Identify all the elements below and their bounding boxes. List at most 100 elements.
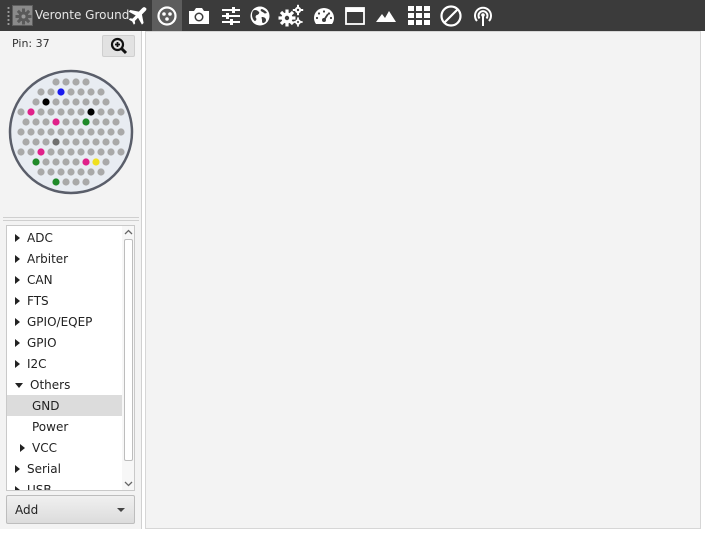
connector-pin[interactable] — [62, 138, 70, 146]
connector-pin[interactable] — [17, 148, 25, 156]
connector-pin[interactable] — [82, 98, 90, 106]
connector-pin[interactable] — [67, 108, 75, 116]
connector-pin[interactable] — [67, 128, 75, 136]
connector-pin[interactable] — [82, 138, 90, 146]
connector-pin[interactable] — [77, 108, 85, 116]
connector-pin[interactable] — [17, 108, 25, 116]
scroll-down-button[interactable] — [122, 478, 134, 490]
connector-pin[interactable] — [72, 178, 80, 186]
connector-pin[interactable] — [32, 138, 40, 146]
connector-pin[interactable] — [67, 88, 75, 96]
connector-pin[interactable] — [92, 118, 100, 126]
tree-item[interactable]: VCC — [7, 437, 122, 458]
connector-pin[interactable] — [87, 88, 95, 96]
connector-pin[interactable] — [57, 148, 65, 156]
tree-item[interactable]: FTS — [7, 290, 122, 311]
connector-pin[interactable] — [37, 168, 45, 176]
tree-item[interactable]: GPIO — [7, 332, 122, 353]
collapsed-arrow-icon[interactable] — [15, 254, 20, 263]
connector-pin[interactable] — [82, 118, 90, 126]
panel-divider[interactable] — [3, 217, 139, 221]
connector-pin[interactable] — [72, 98, 80, 106]
gears-button[interactable] — [276, 0, 306, 31]
tree-scrollbar[interactable] — [122, 226, 134, 490]
connector-pin[interactable] — [22, 118, 30, 126]
connector-pin[interactable] — [62, 178, 70, 186]
connector-pin[interactable] — [97, 148, 105, 156]
connector-pin[interactable] — [32, 118, 40, 126]
connector-pin[interactable] — [67, 168, 75, 176]
connector-pin[interactable] — [102, 158, 110, 166]
collapsed-arrow-icon[interactable] — [15, 296, 20, 305]
connector-pin[interactable] — [52, 138, 60, 146]
collapsed-arrow-icon[interactable] — [20, 443, 25, 452]
tree-item[interactable]: CAN — [7, 269, 122, 290]
collapsed-arrow-icon[interactable] — [15, 317, 20, 326]
connector-pin[interactable] — [52, 158, 60, 166]
connector-pin[interactable] — [77, 168, 85, 176]
collapsed-arrow-icon[interactable] — [15, 485, 20, 490]
connector-pin[interactable] — [72, 138, 80, 146]
connector-pin[interactable] — [67, 148, 75, 156]
connector-pin[interactable] — [92, 158, 100, 166]
connector-pin[interactable] — [117, 108, 125, 116]
connector-pin[interactable] — [97, 88, 105, 96]
terrain-button[interactable] — [371, 0, 401, 31]
globe-button[interactable] — [245, 0, 275, 31]
connector-pin[interactable] — [102, 118, 110, 126]
connector-pin[interactable] — [82, 178, 90, 186]
connector-pin[interactable] — [92, 98, 100, 106]
connector-pin[interactable] — [62, 98, 70, 106]
camera-button[interactable] — [184, 0, 214, 31]
connector-pin[interactable] — [52, 78, 60, 86]
connector-pin[interactable] — [37, 108, 45, 116]
grid-button[interactable] — [404, 0, 434, 31]
connector-pin[interactable] — [57, 168, 65, 176]
add-dropdown[interactable]: Add — [6, 495, 135, 524]
tree-item[interactable]: Others — [7, 374, 122, 395]
connector-pin[interactable] — [42, 158, 50, 166]
connector-pin[interactable] — [47, 148, 55, 156]
connector-pin[interactable] — [97, 168, 105, 176]
connector-button[interactable] — [152, 0, 182, 31]
connector-pin[interactable] — [52, 178, 60, 186]
connector-pin[interactable] — [112, 118, 120, 126]
connector-pin[interactable] — [102, 138, 110, 146]
connector-pin[interactable] — [117, 128, 125, 136]
tree-item[interactable]: Power — [7, 416, 122, 437]
connector-pin[interactable] — [102, 98, 110, 106]
connector-pin[interactable] — [42, 118, 50, 126]
connector-pin[interactable] — [77, 88, 85, 96]
expanded-arrow-icon[interactable] — [15, 382, 23, 388]
connector-pin[interactable] — [32, 158, 40, 166]
connector-pin[interactable] — [17, 128, 25, 136]
connector-pin[interactable] — [87, 168, 95, 176]
connector-pin[interactable] — [37, 128, 45, 136]
connector-pin[interactable] — [107, 128, 115, 136]
connector-pin[interactable] — [92, 138, 100, 146]
connector-pin[interactable] — [47, 108, 55, 116]
connector-pin[interactable] — [72, 118, 80, 126]
tree-item[interactable]: ADC — [7, 227, 122, 248]
connector-pin[interactable] — [27, 108, 35, 116]
tree-item[interactable]: Serial — [7, 458, 122, 479]
collapsed-arrow-icon[interactable] — [15, 233, 20, 242]
connector-pin[interactable] — [62, 118, 70, 126]
connector-pin[interactable] — [27, 148, 35, 156]
zoom-button[interactable] — [102, 35, 135, 57]
tree-item[interactable]: I2C — [7, 353, 122, 374]
connector-pin[interactable] — [22, 138, 30, 146]
connector-pin[interactable] — [77, 128, 85, 136]
connector-pin[interactable] — [27, 128, 35, 136]
connector-pin[interactable] — [62, 78, 70, 86]
connector-pin[interactable] — [47, 88, 55, 96]
connector-pin[interactable] — [97, 108, 105, 116]
collapsed-arrow-icon[interactable] — [15, 359, 20, 368]
tree-item[interactable]: USB — [7, 479, 122, 490]
tree-item[interactable]: Arbiter — [7, 248, 122, 269]
connector-pin[interactable] — [47, 128, 55, 136]
tree-item[interactable]: GPIO/EQEP — [7, 311, 122, 332]
connector-pin[interactable] — [42, 98, 50, 106]
sliders-button[interactable] — [216, 0, 246, 31]
connector-pin[interactable] — [77, 148, 85, 156]
